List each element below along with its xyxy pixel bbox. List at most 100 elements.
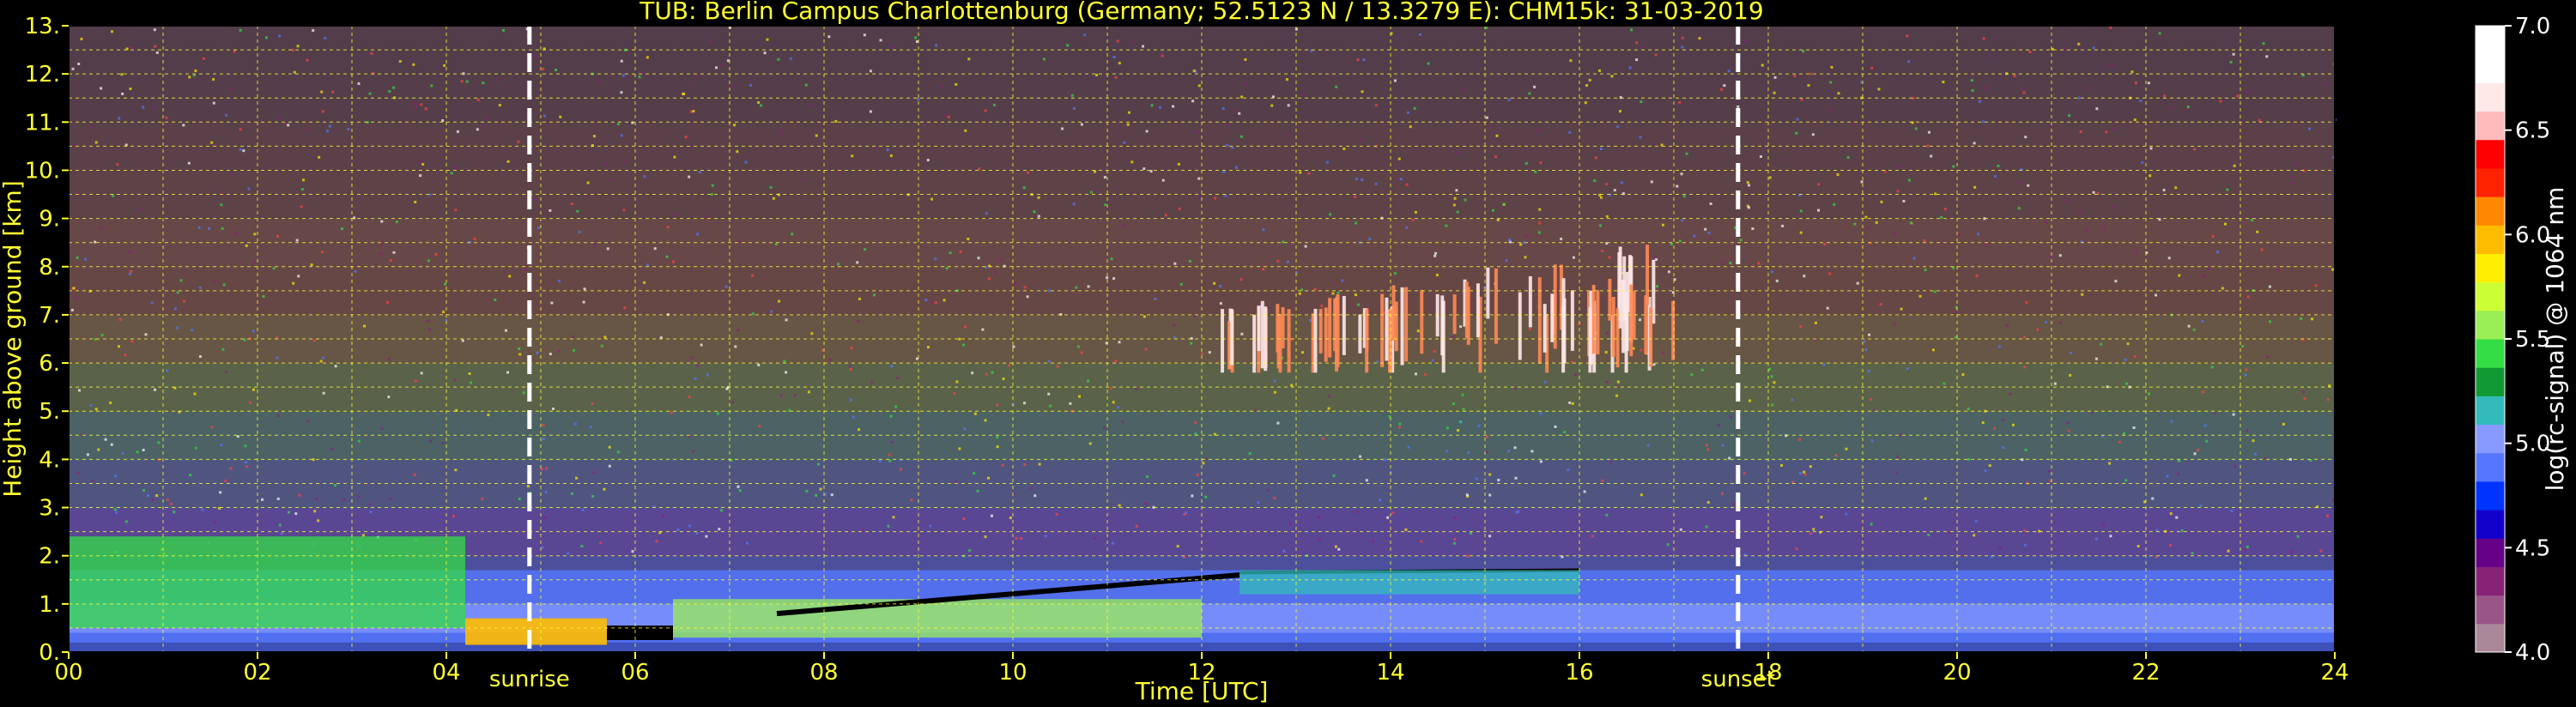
noise-speck (2296, 163, 2300, 166)
noise-speck (321, 110, 324, 113)
noise-speck (2100, 342, 2103, 346)
noise-speck (769, 185, 773, 189)
noise-speck (2137, 545, 2140, 548)
noise-speck (1300, 351, 1304, 354)
noise-speck (2036, 328, 2040, 331)
noise-speck (985, 372, 988, 376)
noise-speck (653, 247, 657, 251)
noise-speck (666, 226, 670, 229)
noise-speck (294, 512, 298, 516)
noise-speck (2246, 429, 2249, 432)
noise-speck (2211, 234, 2215, 238)
noise-speck (2002, 446, 2005, 450)
noise-speck (2221, 287, 2224, 290)
noise-speck (2219, 100, 2222, 103)
noise-speck (863, 33, 866, 37)
noise-speck (616, 123, 620, 126)
noise-speck (873, 293, 876, 297)
noise-speck (858, 428, 861, 432)
noise-speck (115, 511, 118, 514)
mixed-layer (673, 599, 1202, 638)
noise-speck (1047, 392, 1051, 396)
noise-speck (306, 420, 310, 423)
noise-speck (1095, 73, 1099, 76)
noise-speck (1933, 290, 1937, 293)
noise-speck (1533, 85, 1537, 88)
noise-speck (1409, 125, 1412, 129)
noise-speck (357, 82, 361, 85)
noise-speck (1452, 335, 1455, 339)
noise-speck (996, 403, 999, 407)
noise-speck (896, 376, 900, 379)
noise-speck (1341, 279, 1344, 282)
noise-speck (580, 545, 584, 548)
noise-speck (803, 178, 807, 181)
noise-speck (1650, 180, 1653, 184)
noise-speck (194, 69, 197, 73)
noise-speck (1830, 65, 1834, 69)
noise-speck (494, 298, 497, 301)
noise-speck (245, 465, 249, 468)
noise-speck (1639, 136, 1642, 139)
noise-speck (1336, 291, 1340, 294)
noise-speck (1276, 421, 1280, 425)
noise-speck (1771, 403, 1774, 407)
noise-speck (1037, 215, 1040, 218)
noise-speck (545, 467, 549, 470)
noise-speck (1406, 111, 1409, 114)
cirrus-streak (1570, 290, 1574, 351)
noise-speck (1273, 379, 1276, 383)
noise-speck (810, 332, 814, 335)
noise-speck (1875, 221, 1878, 224)
noise-speck (1022, 186, 1026, 190)
noise-speck (638, 76, 641, 79)
colorbar-swatch (2476, 510, 2505, 539)
noise-speck (671, 260, 675, 263)
noise-speck (2085, 228, 2088, 232)
noise-speck (1681, 45, 1684, 49)
cirrus-streak (1435, 293, 1440, 337)
noise-speck (1405, 226, 1409, 229)
noise-speck (706, 373, 709, 377)
noise-speck (576, 209, 579, 213)
noise-speck (1353, 195, 1356, 198)
noise-speck (2262, 42, 2265, 45)
noise-speck (1957, 233, 1961, 236)
noise-speck (2038, 529, 2041, 533)
noise-speck (70, 308, 74, 311)
noise-speck (1732, 502, 1736, 505)
noise-speck (689, 84, 693, 88)
noise-speck (1924, 497, 1927, 500)
noise-speck (804, 83, 808, 87)
noise-speck (1029, 486, 1033, 490)
colorbar-swatch (2476, 538, 2505, 567)
noise-speck (984, 535, 987, 539)
noise-speck (253, 233, 257, 236)
noise-speck (2177, 472, 2180, 475)
noise-speck (1042, 57, 1046, 61)
noise-speck (2141, 161, 2144, 165)
noise-speck (793, 394, 797, 397)
noise-speck (1537, 231, 1541, 234)
noise-speck (971, 372, 974, 375)
noise-speck (878, 459, 882, 462)
y-tick-label: 13. (25, 14, 60, 39)
noise-speck (1528, 92, 1531, 95)
noise-speck (1355, 293, 1358, 297)
colorbar-tick-label: 4.5 (2515, 535, 2550, 561)
noise-speck (1356, 511, 1360, 514)
noise-speck (2251, 218, 2254, 221)
noise-speck (1106, 276, 1109, 280)
noise-speck (1287, 104, 1290, 107)
noise-speck (783, 360, 786, 363)
noise-speck (2245, 368, 2248, 372)
noise-speck (1343, 147, 1346, 150)
noise-speck (1002, 377, 1005, 380)
noise-speck (1435, 274, 1439, 277)
noise-speck (1094, 189, 1098, 192)
noise-speck (1368, 237, 1372, 240)
noise-speck (1012, 345, 1015, 348)
noise-speck (1507, 98, 1511, 101)
noise-speck (1877, 88, 1881, 91)
y-tick-label: 3. (39, 496, 60, 522)
